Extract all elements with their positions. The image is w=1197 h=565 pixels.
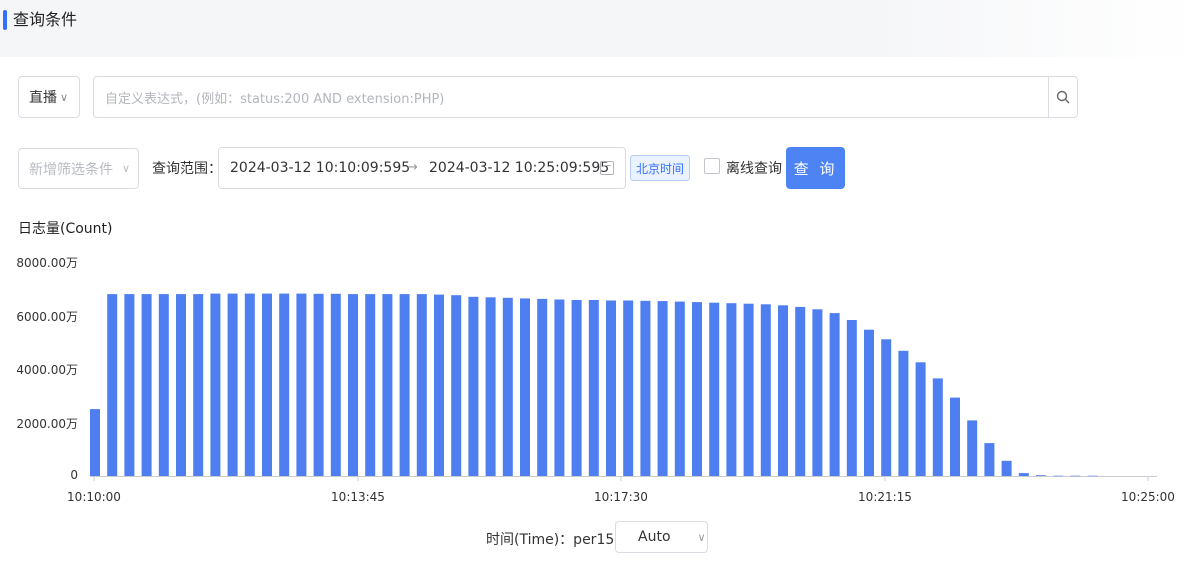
chart-bar	[1018, 473, 1029, 476]
interval-select[interactable]: Auto ∨	[615, 521, 708, 553]
chart-bar	[399, 294, 410, 476]
chart-bar	[554, 299, 565, 476]
chart-bar	[967, 420, 978, 476]
chart-bar	[485, 297, 496, 476]
chart-bar	[451, 295, 462, 476]
chart-bar	[176, 294, 186, 476]
chart-bar	[244, 293, 255, 476]
chart-bar	[365, 294, 376, 476]
chart-bar	[950, 397, 960, 476]
chart-bar	[1036, 475, 1046, 476]
chart-bar	[262, 293, 272, 476]
chart-bar	[124, 294, 135, 476]
x-tick-label: 10:17:30	[594, 490, 648, 504]
y-tick-label: 2000.00万	[16, 416, 78, 431]
chart-bar	[502, 297, 513, 476]
chevron-down-icon: ∨	[697, 530, 706, 544]
y-tick-label: 8000.00万	[16, 256, 78, 270]
chart-bar	[726, 303, 737, 476]
chart-bar	[692, 302, 702, 476]
time-interval-label: 时间(Time)：per15s	[486, 532, 622, 548]
chart-bar	[1070, 475, 1081, 477]
chart-bar	[210, 293, 221, 476]
chart-bar	[743, 303, 754, 476]
chart-bar	[864, 329, 874, 476]
chart-bar	[640, 300, 651, 476]
chart-bar	[571, 300, 582, 476]
chart-bar	[330, 293, 341, 476]
chart-bar	[90, 409, 100, 476]
interval-select-label: Auto	[638, 529, 671, 545]
y-tick-label: 6000.00万	[16, 309, 78, 324]
chart-bar	[709, 302, 720, 476]
chart-bar	[932, 378, 943, 476]
chart-bar	[537, 298, 548, 476]
chart-bar	[760, 304, 771, 476]
y-tick-label: 4000.00万	[16, 363, 78, 377]
chart-bar	[881, 339, 892, 476]
chart-bar	[468, 296, 479, 476]
x-tick-label: 10:10:00	[67, 490, 121, 504]
chart-bar	[623, 300, 634, 476]
chart-bar	[416, 294, 427, 476]
x-tick-label: 10:13:45	[331, 490, 385, 504]
chart-bar	[279, 293, 290, 476]
chart-bar	[141, 294, 152, 476]
chart-bar	[158, 294, 169, 476]
chart-bar	[915, 362, 926, 476]
chart-bar	[606, 300, 616, 476]
x-tick-label: 10:21:15	[858, 490, 912, 504]
chart-bar	[674, 301, 685, 476]
chart-bar	[520, 298, 530, 476]
chart-bar	[984, 443, 995, 476]
chart-bar	[812, 309, 823, 476]
chart-bar	[348, 294, 358, 476]
log-count-chart	[90, 293, 1157, 481]
y-tick-label: 0	[70, 468, 78, 482]
chart-bar	[434, 294, 444, 476]
chart-bar	[1053, 475, 1064, 477]
chart-bar	[657, 301, 668, 476]
chart-bar	[1087, 475, 1098, 477]
chart-bar	[778, 305, 788, 476]
chart-bar	[107, 294, 118, 476]
chart-bar	[795, 306, 806, 476]
chart-bar	[588, 300, 599, 476]
chart-bar	[898, 350, 909, 476]
chart-bar	[227, 293, 238, 476]
chart-bar	[382, 294, 393, 476]
chart-bar	[1001, 460, 1012, 476]
chart-bar	[846, 320, 857, 476]
chart-bar	[313, 293, 324, 476]
chart-bar	[829, 313, 840, 476]
x-tick-label: 10:25:00	[1121, 490, 1175, 504]
chart-bar	[296, 293, 307, 476]
chart-bar	[193, 294, 204, 476]
